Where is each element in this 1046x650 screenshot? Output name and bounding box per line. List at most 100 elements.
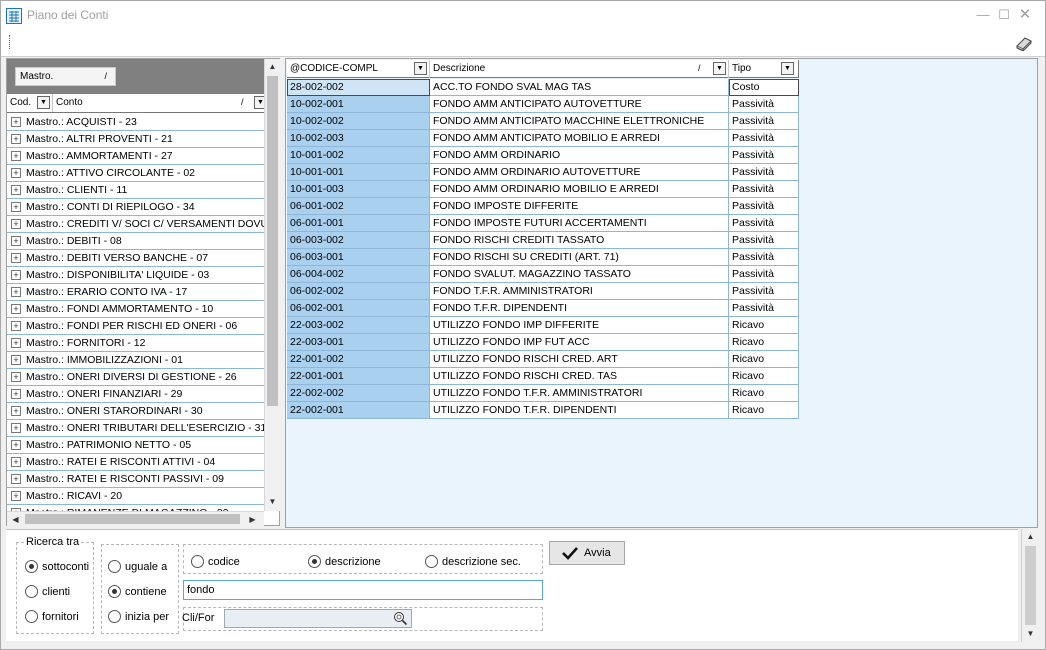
tree-row[interactable]: + Mastro.: CREDITI V/ SOCI C/ VERSAMENTI … xyxy=(7,216,264,233)
table-row[interactable]: 06-004-002 FONDO SVALUT. MAGAZZINO TASSAT… xyxy=(287,266,799,283)
cell-descrizione[interactable]: UTILIZZO FONDO IMP FUT ACC xyxy=(430,334,729,351)
tree-row[interactable]: + Mastro.: ONERI DIVERSI DI GESTIONE - 26 xyxy=(7,369,264,386)
cell-descrizione[interactable]: FONDO AMM ANTICIPATO MACCHINE ELETTRONIC… xyxy=(430,113,729,130)
filter-dropdown-icon[interactable]: ▼ xyxy=(781,62,794,75)
expand-icon[interactable]: + xyxy=(11,389,21,399)
cell-codice[interactable]: 06-001-001 xyxy=(287,215,430,232)
table-row[interactable]: 22-002-002 UTILIZZO FONDO T.F.R. AMMINIST… xyxy=(287,385,799,402)
cell-codice[interactable]: 10-001-003 xyxy=(287,181,430,198)
radio-inizia-per[interactable]: inizia per xyxy=(108,610,169,623)
radio-clienti[interactable]: clienti xyxy=(25,585,70,598)
scroll-thumb[interactable] xyxy=(25,514,240,524)
tree-row[interactable]: + Mastro.: CLIENTI - 11 xyxy=(7,182,264,199)
cell-tipo[interactable]: Passività xyxy=(729,113,799,130)
clifor-field[interactable] xyxy=(224,609,412,628)
filter-dropdown-icon[interactable]: ▼ xyxy=(414,62,427,75)
cell-codice[interactable]: 06-003-001 xyxy=(287,249,430,266)
cell-descrizione[interactable]: FONDO AMM ANTICIPATO AUTOVETTURE xyxy=(430,96,729,113)
tree-row[interactable]: + Mastro.: FONDI AMMORTAMENTO - 10 xyxy=(7,301,264,318)
cell-codice[interactable]: 28-002-002 xyxy=(287,79,430,96)
expand-icon[interactable]: + xyxy=(11,474,21,484)
expand-icon[interactable]: + xyxy=(11,338,21,348)
table-row[interactable]: 06-001-001 FONDO IMPOSTE FUTURI ACCERTAME… xyxy=(287,215,799,232)
cell-codice[interactable]: 22-003-001 xyxy=(287,334,430,351)
cell-descrizione[interactable]: FONDO T.F.R. DIPENDENTI xyxy=(430,300,729,317)
column-header-cod[interactable]: Cod. ▼ xyxy=(7,94,53,112)
cell-codice[interactable]: 22-001-002 xyxy=(287,351,430,368)
cell-tipo[interactable]: Passività xyxy=(729,147,799,164)
scroll-right-icon[interactable]: ▶ xyxy=(245,512,260,527)
cell-tipo[interactable]: Passività xyxy=(729,96,799,113)
tree-row[interactable]: + Mastro.: DISPONIBILITA' LIQUIDE - 03 xyxy=(7,267,264,284)
expand-icon[interactable]: + xyxy=(11,423,21,433)
toolbar-grip-icon[interactable] xyxy=(9,35,11,49)
radio-descrizione-sec[interactable]: descrizione sec. xyxy=(425,555,521,568)
filter-dropdown-icon[interactable]: ▼ xyxy=(713,62,726,75)
expand-icon[interactable]: + xyxy=(11,168,21,178)
table-row[interactable]: 06-002-001 FONDO T.F.R. DIPENDENTI Passivi… xyxy=(287,300,799,317)
expand-icon[interactable]: + xyxy=(11,491,21,501)
cell-descrizione[interactable]: UTILIZZO FONDO IMP DIFFERITE xyxy=(430,317,729,334)
tree-row[interactable]: + Mastro.: ONERI FINANZIARI - 29 xyxy=(7,386,264,403)
cell-tipo[interactable]: Ricavo xyxy=(729,385,799,402)
cell-codice[interactable]: 06-002-001 xyxy=(287,300,430,317)
cell-tipo[interactable]: Passività xyxy=(729,130,799,147)
radio-sottoconti[interactable]: sottoconti xyxy=(25,560,89,573)
tree-row[interactable]: + Mastro.: RICAVI - 20 xyxy=(7,488,264,505)
table-row[interactable]: 22-003-002 UTILIZZO FONDO IMP DIFFERITE Ri… xyxy=(287,317,799,334)
expand-icon[interactable]: + xyxy=(11,270,21,280)
cell-descrizione[interactable]: UTILIZZO FONDO T.F.R. DIPENDENTI xyxy=(430,402,729,419)
cell-descrizione[interactable]: ACC.TO FONDO SVAL MAG TAS xyxy=(430,79,729,96)
column-header-descrizione[interactable]: Descrizione / ▼ xyxy=(430,60,729,78)
cell-descrizione[interactable]: FONDO AMM ANTICIPATO MOBILIO E ARREDI xyxy=(430,130,729,147)
cell-tipo[interactable]: Passività xyxy=(729,215,799,232)
cell-descrizione[interactable]: FONDO RISCHI SU CREDITI (ART. 71) xyxy=(430,249,729,266)
tree-row[interactable]: + Mastro.: DEBITI - 08 xyxy=(7,233,264,250)
cell-descrizione[interactable]: FONDO IMPOSTE FUTURI ACCERTAMENTI xyxy=(430,215,729,232)
tree-row[interactable]: + Mastro.: FONDI PER RISCHI ED ONERI - 06 xyxy=(7,318,264,335)
expand-icon[interactable]: + xyxy=(11,134,21,144)
table-row[interactable]: 10-002-003 FONDO AMM ANTICIPATO MOBILIO E… xyxy=(287,130,799,147)
cell-codice[interactable]: 06-001-002 xyxy=(287,198,430,215)
column-header-conto[interactable]: Conto / ▼ xyxy=(53,94,267,112)
cell-descrizione[interactable]: FONDO AMM ORDINARIO MOBILIO E ARREDI xyxy=(430,181,729,198)
cell-tipo[interactable]: Costo xyxy=(729,79,799,96)
table-row[interactable]: 22-001-001 UTILIZZO FONDO RISCHI CRED. TA… xyxy=(287,368,799,385)
cell-descrizione[interactable]: FONDO IMPOSTE DIFFERITE xyxy=(430,198,729,215)
tree-row[interactable]: + Mastro.: ACQUISTI - 23 xyxy=(7,114,264,131)
tree-row[interactable]: + Mastro.: RATEI E RISCONTI ATTIVI - 04 xyxy=(7,454,264,471)
group-chip-mastro[interactable]: Mastro. / xyxy=(15,67,116,86)
expand-icon[interactable]: + xyxy=(11,440,21,450)
radio-uguale-a[interactable]: uguale a xyxy=(108,560,167,573)
cell-tipo[interactable]: Passività xyxy=(729,283,799,300)
table-row[interactable]: 28-002-002 ACC.TO FONDO SVAL MAG TAS Costo xyxy=(287,79,799,96)
cell-codice[interactable]: 06-002-002 xyxy=(287,283,430,300)
table-row[interactable]: 22-002-001 UTILIZZO FONDO T.F.R. DIPENDEN… xyxy=(287,402,799,419)
lookup-search-icon[interactable] xyxy=(393,611,408,626)
expand-icon[interactable]: + xyxy=(11,236,21,246)
cell-tipo[interactable]: Passività xyxy=(729,300,799,317)
tree-row[interactable]: + Mastro.: ONERI STARORDINARI - 30 xyxy=(7,403,264,420)
cell-descrizione[interactable]: UTILIZZO FONDO RISCHI CRED. ART xyxy=(430,351,729,368)
scroll-thumb[interactable] xyxy=(267,76,278,406)
cell-codice[interactable]: 22-002-002 xyxy=(287,385,430,402)
table-row[interactable]: 22-001-002 UTILIZZO FONDO RISCHI CRED. AR… xyxy=(287,351,799,368)
cell-descrizione[interactable]: FONDO T.F.R. AMMINISTRATORI xyxy=(430,283,729,300)
radio-contiene[interactable]: contiene xyxy=(108,585,167,598)
cell-codice[interactable]: 10-002-002 xyxy=(287,113,430,130)
cell-tipo[interactable]: Passività xyxy=(729,249,799,266)
tree-row[interactable]: + Mastro.: ALTRI PROVENTI - 21 xyxy=(7,131,264,148)
cell-tipo[interactable]: Passività xyxy=(729,198,799,215)
cell-descrizione[interactable]: UTILIZZO FONDO T.F.R. AMMINISTRATORI xyxy=(430,385,729,402)
table-row[interactable]: 10-001-002 FONDO AMM ORDINARIO Passività xyxy=(287,147,799,164)
left-vertical-scrollbar[interactable]: ▲ ▼ xyxy=(264,59,280,511)
scroll-left-icon[interactable]: ◀ xyxy=(8,512,23,527)
expand-icon[interactable]: + xyxy=(11,117,21,127)
expand-icon[interactable]: + xyxy=(11,185,21,195)
cell-descrizione[interactable]: FONDO RISCHI CREDITI TASSATO xyxy=(430,232,729,249)
tree-row[interactable]: + Mastro.: ERARIO CONTO IVA - 17 xyxy=(7,284,264,301)
cell-tipo[interactable]: Passività xyxy=(729,266,799,283)
cell-codice[interactable]: 22-003-002 xyxy=(287,317,430,334)
search-panel-scrollbar[interactable]: ▲ ▼ xyxy=(1021,529,1038,642)
cell-codice[interactable]: 22-002-001 xyxy=(287,402,430,419)
